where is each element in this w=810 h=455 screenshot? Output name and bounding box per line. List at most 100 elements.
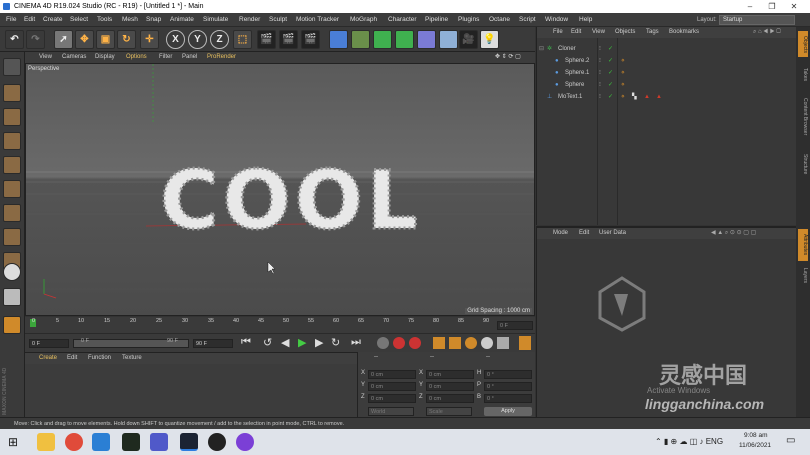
make-editable-icon[interactable] [3,58,21,76]
mat-menu-texture[interactable]: Texture [122,353,142,364]
tab-layers[interactable]: Layers [798,265,808,287]
x-axis-button[interactable]: X [166,30,185,49]
menu-snap[interactable]: Snap [146,13,161,27]
menu-sculpt[interactable]: Sculpt [269,13,287,27]
menu-file[interactable]: File [6,13,16,27]
object-row-cloner[interactable]: ⊟ ✲ Cloner ⁝ ✓ [537,43,797,55]
coord-z-pos-field[interactable]: 0 cm [368,394,416,403]
cool-text-object[interactable]: COOL [159,153,422,249]
enabled-check-icon[interactable]: ✓ [608,79,613,91]
vp-menu-prorender[interactable]: ProRender [207,52,236,63]
quantize-icon[interactable] [3,288,21,306]
model-mode-icon[interactable] [3,84,21,102]
vp-menu-view[interactable]: View [39,52,52,63]
menu-select[interactable]: Select [70,13,88,27]
y-axis-button[interactable]: Y [188,30,207,49]
next-key-icon[interactable]: ↻ [331,336,340,349]
menu-help[interactable]: Help [579,13,592,27]
warning-tag-icon[interactable]: ▲ [644,91,650,103]
phong-tag-icon[interactable]: ⋄ [621,91,625,103]
current-frame-field[interactable]: 0 F [497,321,533,330]
vscode-icon[interactable] [92,433,110,451]
coordinate-system-icon[interactable]: ⬚ [233,30,252,49]
camera-icon[interactable]: 🎥 [459,30,478,49]
polygons-mode-icon[interactable] [3,204,21,222]
phong-tag-icon[interactable]: ⋄ [621,55,625,67]
menu-tools[interactable]: Tools [97,13,112,27]
mat-menu-edit[interactable]: Edit [67,353,77,364]
viewport-nav-icons[interactable]: ✥ ⇕ ⟳ ▢ [495,52,521,63]
warning-tag-icon[interactable]: ▲ [656,91,662,103]
obj-menu-view[interactable]: View [592,27,605,38]
vp-menu-display[interactable]: Display [95,52,115,63]
phong-tag-icon[interactable]: ⋄ [621,79,625,91]
live-select-icon[interactable]: ➚ [54,30,73,49]
recent-tools-icon[interactable]: ✛ [140,30,159,49]
start-frame-field[interactable]: 0 F [29,339,69,348]
obj-search-icon[interactable]: ⌕ ⌂ ◀ ▶ ▢ [753,27,781,38]
attr-menu-mode[interactable]: Mode [553,228,568,239]
coord-z-size-field[interactable]: 0 cm [426,394,474,403]
phong-tag-icon[interactable]: ⋄ [621,67,625,79]
terminal-icon[interactable] [122,433,140,451]
obj-menu-bookmarks[interactable]: Bookmarks [669,27,699,38]
go-to-start-icon[interactable]: ⏮ [241,336,251,349]
mat-menu-function[interactable]: Function [88,353,111,364]
perspective-viewport[interactable]: Perspective COOL Grid Spacing : 1000 cm [25,63,535,316]
object-row-sphere1[interactable]: ● Sphere.1 ⁝ ✓ ⋄ [537,67,797,79]
menu-octane[interactable]: Octane [489,13,510,27]
visibility-icon[interactable]: ⁝ [599,43,601,55]
vp-menu-panel[interactable]: Panel [182,52,197,63]
prev-frame-icon[interactable]: ◀ [281,336,289,349]
render-picture-viewer-icon[interactable]: 🎬 [279,30,298,49]
rotate-icon[interactable]: ↻ [117,30,136,49]
tab-content-browser[interactable]: Content Browser [798,89,808,145]
menu-motion-tracker[interactable]: Motion Tracker [296,13,339,27]
axis-mode-icon[interactable] [3,228,21,246]
menu-simulate[interactable]: Simulate [203,13,228,27]
notifications-icon[interactable]: ▭ [786,435,795,446]
menu-edit[interactable]: Edit [24,13,35,27]
menu-mesh[interactable]: Mesh [122,13,138,27]
enabled-check-icon[interactable]: ✓ [608,91,613,103]
coord-h-field[interactable]: 0 ° [484,370,532,379]
object-row-sphere[interactable]: ● Sphere ⁝ ✓ ⋄ [537,79,797,91]
tab-structure[interactable]: Structure [798,147,808,181]
tab-attributes[interactable]: Attributes [798,229,808,261]
snap-icon[interactable] [3,263,21,281]
go-to-end-icon[interactable]: ⏭ [351,336,361,349]
points-mode-icon[interactable] [3,156,21,174]
clock-date[interactable]: 11/06/2021 [739,442,771,449]
object-row-sphere2[interactable]: ● Sphere.2 ⁝ ✓ ⋄ [537,55,797,67]
visibility-icon[interactable]: ⁝ [599,91,601,103]
array-icon[interactable] [395,30,414,49]
timeline-ruler[interactable]: 0 5 10 15 20 25 30 35 40 45 50 55 60 65 … [25,317,535,333]
key-rotation-icon[interactable] [465,337,477,349]
menu-script[interactable]: Script [519,13,536,27]
autokey-icon[interactable] [393,337,405,349]
coord-y-pos-field[interactable]: 0 cm [368,382,416,391]
redo-icon[interactable]: ↷ [26,30,45,49]
maximize-button[interactable]: ❐ [761,0,783,13]
key-pla-icon[interactable] [497,337,509,349]
coord-x-size-field[interactable]: 0 cm [426,370,474,379]
chrome-icon[interactable] [65,433,83,451]
tray-icons[interactable]: ⌃ ▮ ⊕ ☁ ◫ ♪ ENG [655,437,723,446]
menu-plugins[interactable]: Plugins [458,13,479,27]
vp-menu-options[interactable]: Options [126,52,147,63]
visibility-icon[interactable]: ⁝ [599,55,601,67]
menu-create[interactable]: Create [43,13,63,27]
enabled-check-icon[interactable]: ✓ [608,43,613,55]
mat-menu-create[interactable]: Create [39,353,57,364]
edges-mode-icon[interactable] [3,180,21,198]
subdivision-icon[interactable] [373,30,392,49]
coord-p-field[interactable]: 0 ° [484,382,532,391]
workplane-icon[interactable] [3,132,21,150]
vp-menu-cameras[interactable]: Cameras [62,52,86,63]
key-scale-icon[interactable] [449,337,461,349]
render-view-icon[interactable]: 🎬 [257,30,276,49]
coord-b-field[interactable]: 0 ° [484,394,532,403]
obs-icon[interactable] [208,433,226,451]
attr-nav-icons[interactable]: ◀ ▲ ⌕ ⊙ ⊙ ▢ ▢ [711,228,756,239]
pen-spline-icon[interactable] [351,30,370,49]
